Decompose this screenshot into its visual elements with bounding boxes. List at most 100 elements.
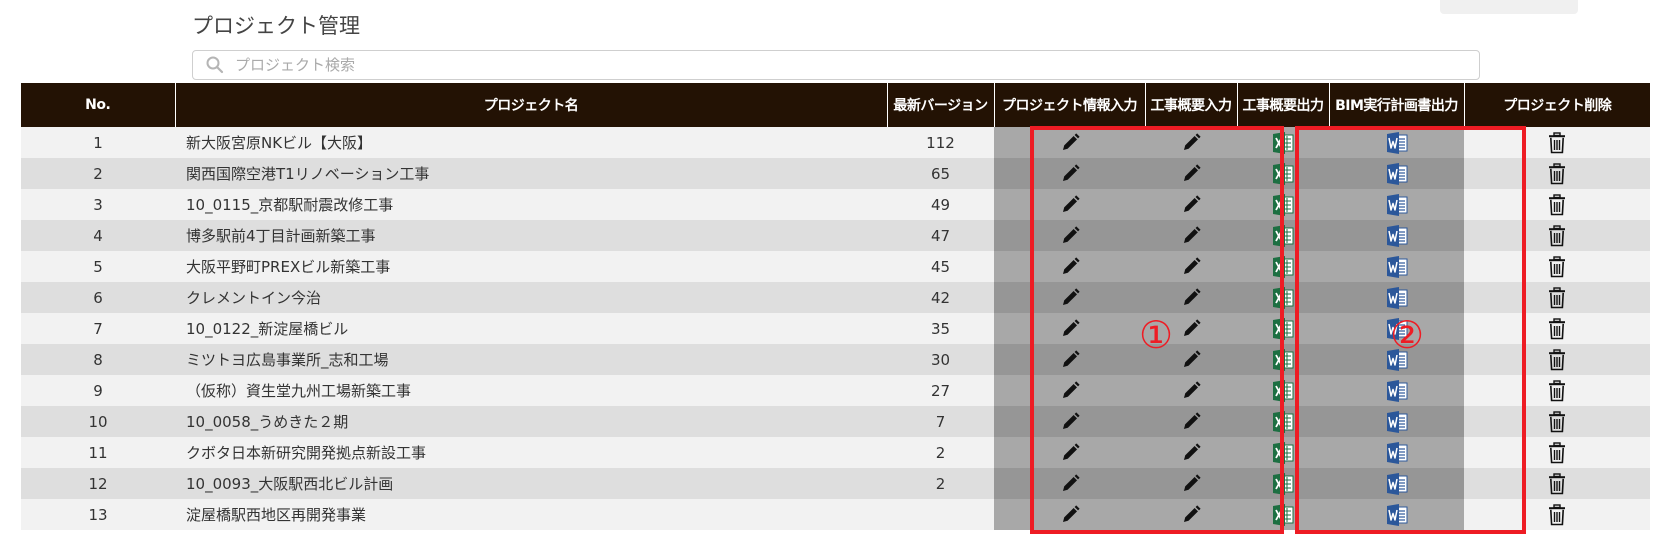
project-info-edit-icon[interactable]	[1059, 380, 1081, 402]
word-icon[interactable]	[1386, 286, 1408, 310]
annotation-label-2: ②	[1390, 313, 1425, 357]
row-project-name[interactable]: クレメントイン今治	[175, 282, 887, 313]
excel-icon[interactable]	[1272, 472, 1294, 496]
project-info-edit-icon[interactable]	[1059, 473, 1081, 495]
col-header-project-info-input: プロジェクト情報入力	[994, 83, 1146, 127]
word-icon[interactable]	[1386, 193, 1408, 217]
project-info-edit-icon[interactable]	[1059, 349, 1081, 371]
word-icon[interactable]	[1386, 131, 1408, 155]
table-row: 9 （仮称）資生堂九州工場新築工事 27	[21, 375, 1650, 406]
col-header-version: 最新バージョン	[887, 83, 995, 127]
summary-edit-icon[interactable]	[1180, 256, 1202, 278]
word-icon[interactable]	[1386, 410, 1408, 434]
summary-edit-icon[interactable]	[1180, 287, 1202, 309]
col-header-no: No.	[21, 83, 176, 127]
trash-icon[interactable]	[1548, 255, 1566, 278]
project-table: No. プロジェクト名 最新バージョン プロジェクト情報入力 工事概要入力 工事…	[21, 83, 1650, 530]
project-info-edit-icon[interactable]	[1059, 194, 1081, 216]
row-project-name[interactable]: クボタ日本新研究開発拠点新設工事	[175, 437, 887, 468]
word-icon[interactable]	[1386, 379, 1408, 403]
row-version: 27	[887, 375, 994, 406]
row-project-name[interactable]: 関西国際空港T1リノベーション工事	[175, 158, 887, 189]
col-header-summary-input: 工事概要入力	[1145, 83, 1238, 127]
excel-icon[interactable]	[1272, 224, 1294, 248]
row-no: 7	[21, 313, 175, 344]
project-info-edit-icon[interactable]	[1059, 287, 1081, 309]
summary-edit-icon[interactable]	[1180, 194, 1202, 216]
excel-icon[interactable]	[1272, 286, 1294, 310]
table-row: 11 クボタ日本新研究開発拠点新設工事 2	[21, 437, 1650, 468]
row-project-name[interactable]: 新大阪宮原NKビル【大阪】	[175, 127, 887, 158]
search-input[interactable]	[233, 55, 1437, 75]
row-project-name[interactable]: 10_0115_京都駅耐震改修工事	[175, 189, 887, 220]
trash-icon[interactable]	[1548, 472, 1566, 495]
excel-icon[interactable]	[1272, 162, 1294, 186]
excel-icon[interactable]	[1272, 503, 1294, 527]
row-version: 2	[887, 468, 994, 499]
summary-edit-icon[interactable]	[1180, 442, 1202, 464]
project-info-edit-icon[interactable]	[1059, 411, 1081, 433]
table-header-row: No. プロジェクト名 最新バージョン プロジェクト情報入力 工事概要入力 工事…	[21, 83, 1650, 127]
summary-edit-icon[interactable]	[1180, 349, 1202, 371]
row-project-name[interactable]: 大阪平野町PREXビル新築工事	[175, 251, 887, 282]
trash-icon[interactable]	[1548, 286, 1566, 309]
summary-edit-icon[interactable]	[1180, 132, 1202, 154]
summary-edit-icon[interactable]	[1180, 318, 1202, 340]
excel-icon[interactable]	[1272, 410, 1294, 434]
trash-icon[interactable]	[1548, 503, 1566, 526]
table-row: 12 10_0093_大阪駅西北ビル計画 2	[21, 468, 1650, 499]
excel-icon[interactable]	[1272, 441, 1294, 465]
trash-icon[interactable]	[1548, 348, 1566, 371]
summary-edit-icon[interactable]	[1180, 411, 1202, 433]
summary-edit-icon[interactable]	[1180, 163, 1202, 185]
word-icon[interactable]	[1386, 255, 1408, 279]
row-project-name[interactable]: （仮称）資生堂九州工場新築工事	[175, 375, 887, 406]
summary-edit-icon[interactable]	[1180, 473, 1202, 495]
page-title: プロジェクト管理	[192, 14, 360, 38]
project-info-edit-icon[interactable]	[1059, 132, 1081, 154]
trash-icon[interactable]	[1548, 410, 1566, 433]
row-project-name[interactable]: ミツトヨ広島事業所_志和工場	[175, 344, 887, 375]
table-row: 4 博多駅前4丁目計画新築工事 47	[21, 220, 1650, 251]
summary-edit-icon[interactable]	[1180, 504, 1202, 526]
row-project-name[interactable]: 10_0058_うめきた２期	[175, 406, 887, 437]
row-version: 47	[887, 220, 994, 251]
search-box[interactable]	[192, 50, 1480, 80]
top-scroll-handle[interactable]	[1440, 0, 1578, 14]
excel-icon[interactable]	[1272, 255, 1294, 279]
project-info-edit-icon[interactable]	[1059, 504, 1081, 526]
trash-icon[interactable]	[1548, 193, 1566, 216]
word-icon[interactable]	[1386, 472, 1408, 496]
project-info-edit-icon[interactable]	[1059, 225, 1081, 247]
trash-icon[interactable]	[1548, 441, 1566, 464]
excel-icon[interactable]	[1272, 131, 1294, 155]
row-project-name[interactable]: 10_0093_大阪駅西北ビル計画	[175, 468, 887, 499]
trash-icon[interactable]	[1548, 224, 1566, 247]
word-icon[interactable]	[1386, 441, 1408, 465]
trash-icon[interactable]	[1548, 162, 1566, 185]
trash-icon[interactable]	[1548, 379, 1566, 402]
col-header-name: プロジェクト名	[175, 83, 888, 127]
word-icon[interactable]	[1386, 224, 1408, 248]
trash-icon[interactable]	[1548, 131, 1566, 154]
row-project-name[interactable]: 10_0122_新淀屋橋ビル	[175, 313, 887, 344]
project-info-edit-icon[interactable]	[1059, 442, 1081, 464]
summary-edit-icon[interactable]	[1180, 380, 1202, 402]
trash-icon[interactable]	[1548, 317, 1566, 340]
row-version: 30	[887, 344, 994, 375]
excel-icon[interactable]	[1272, 348, 1294, 372]
row-project-name[interactable]: 淀屋橋駅西地区再開発事業	[175, 499, 887, 530]
project-info-edit-icon[interactable]	[1059, 318, 1081, 340]
word-icon[interactable]	[1386, 162, 1408, 186]
excel-icon[interactable]	[1272, 317, 1294, 341]
summary-edit-icon[interactable]	[1180, 225, 1202, 247]
row-project-name[interactable]: 博多駅前4丁目計画新築工事	[175, 220, 887, 251]
project-info-edit-icon[interactable]	[1059, 256, 1081, 278]
excel-icon[interactable]	[1272, 379, 1294, 403]
search-icon	[205, 55, 225, 75]
table-row: 10 10_0058_うめきた２期 7	[21, 406, 1650, 437]
excel-icon[interactable]	[1272, 193, 1294, 217]
word-icon[interactable]	[1386, 503, 1408, 527]
col-header-delete: プロジェクト削除	[1464, 83, 1650, 127]
project-info-edit-icon[interactable]	[1059, 163, 1081, 185]
